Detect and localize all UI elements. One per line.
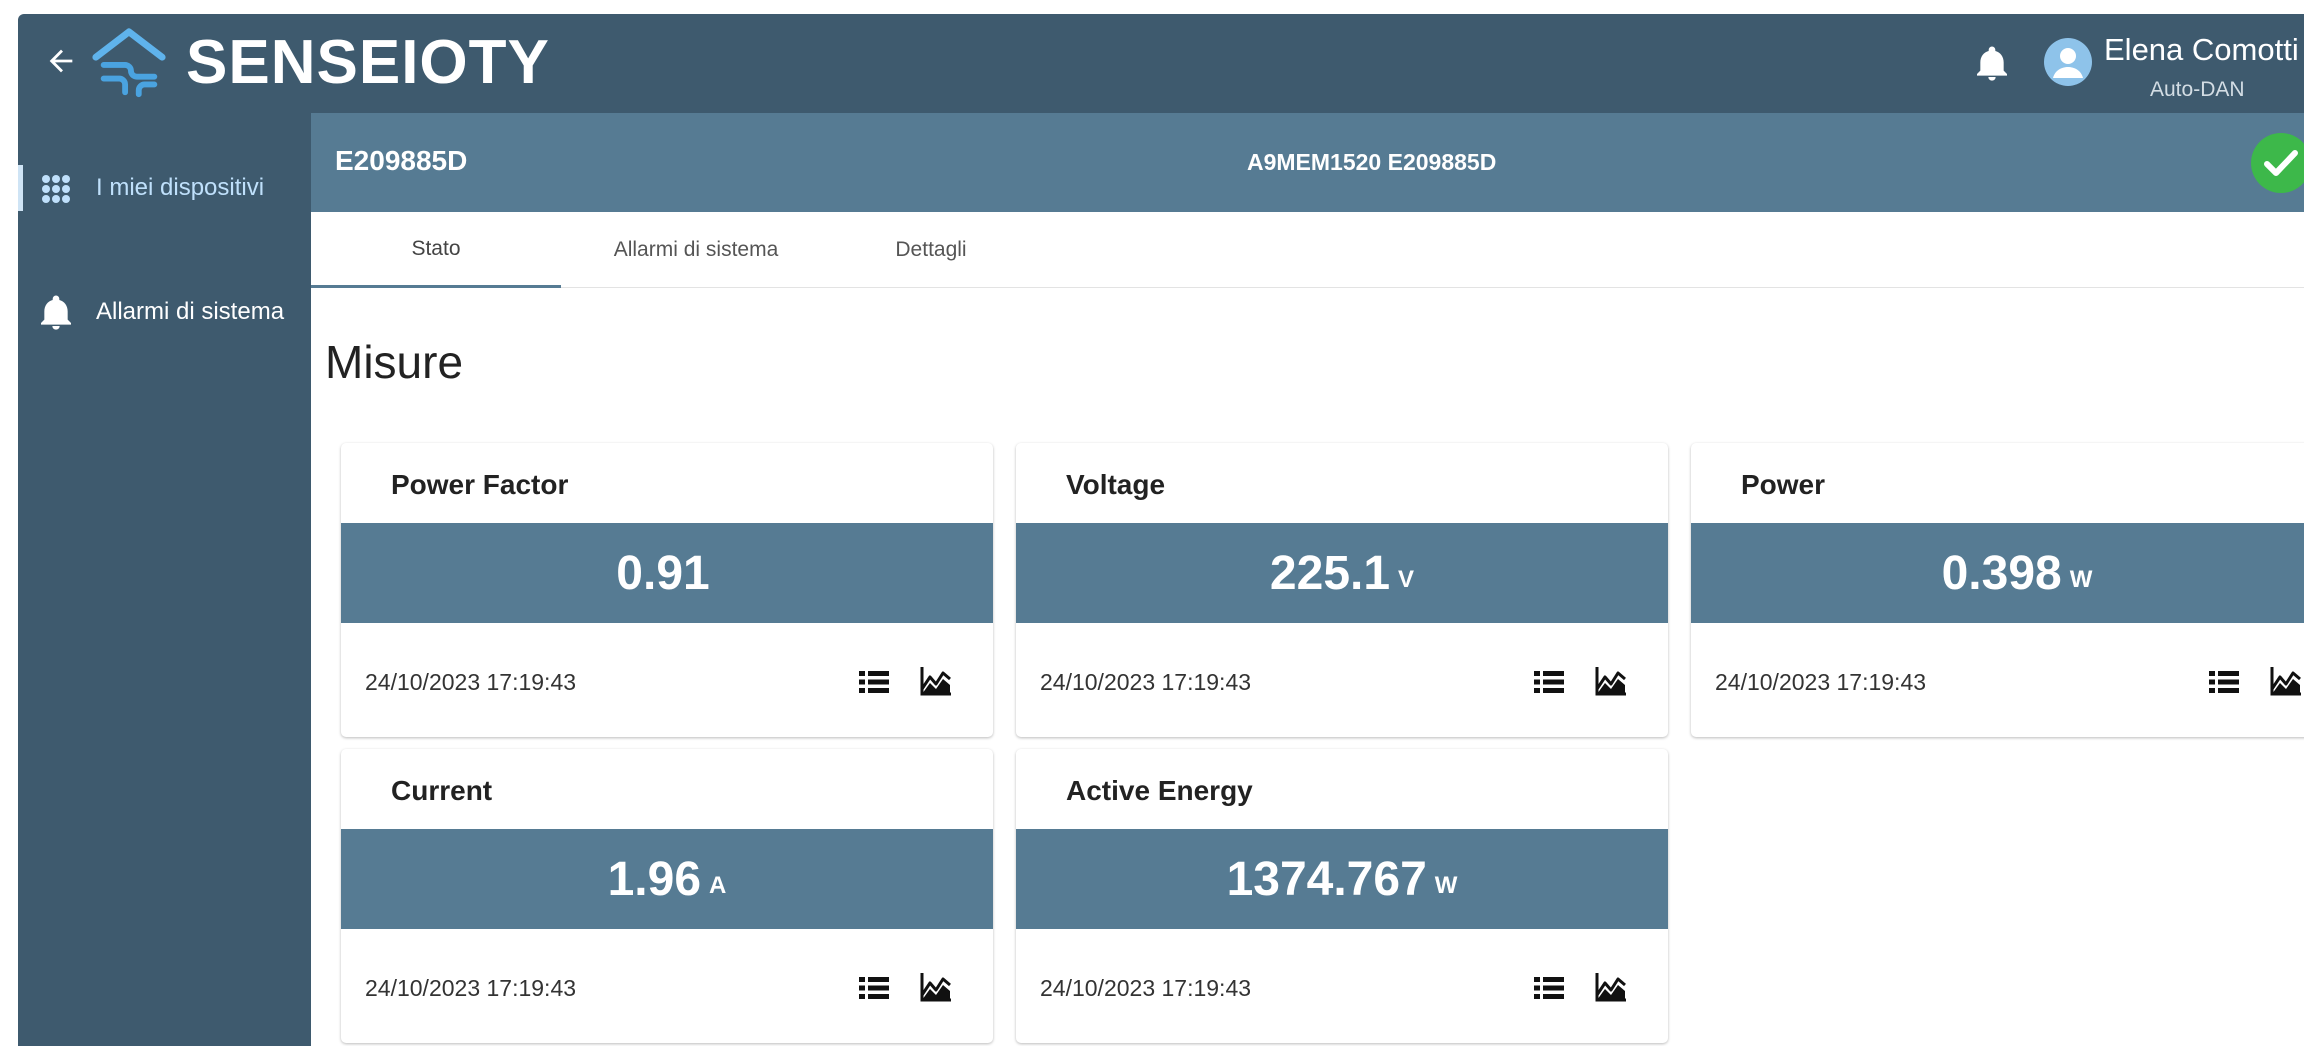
list-icon[interactable] [1534,669,1564,695]
section-title: Misure [325,336,464,388]
measure-value: 1.96 [607,852,702,906]
tab-bar: Stato Allarmi di sistema Dettagli [311,212,2304,288]
notifications-bell-icon[interactable] [1972,44,2012,84]
user-icon [2053,48,2083,78]
active-indicator [18,165,23,211]
chart-icon[interactable] [1594,971,1628,1003]
sidebar-item-label: I miei dispositivi [96,174,265,201]
sidebar-item-system-alarms[interactable]: Allarmi di sistema [18,279,311,345]
measure-timestamp: 24/10/2023 17:19:43 [1040,669,1252,695]
measure-title: Current [391,775,493,806]
measure-card-power: Power 0.398 W 24/10/2023 17:19:43 [1691,443,2304,737]
measure-timestamp: 24/10/2023 17:19:43 [365,975,577,1001]
measure-timestamp: 24/10/2023 17:19:43 [365,669,577,695]
measure-value: 225.1 [1269,546,1391,600]
measure-value: 0.398 [1941,546,2062,600]
device-header: E209885D A9MEM1520 E209885D [311,113,2304,212]
list-icon[interactable] [1534,975,1564,1001]
user-name[interactable]: Elena Comotti [2104,32,2299,68]
tab-stato[interactable]: Stato [311,212,561,288]
avatar[interactable] [2044,38,2092,86]
measure-value-band: 225.1 V [1016,523,1668,623]
sidebar-item-devices[interactable]: I miei dispositivi [18,155,311,221]
user-organization: Auto-DAN [2150,78,2245,101]
measure-unit: W [1434,872,1458,899]
top-bar: SENSEIOTY Elena Comotti Auto-DAN [18,14,2304,113]
chart-icon[interactable] [919,665,953,697]
measure-title: Active Energy [1066,775,1253,806]
measure-card-active-energy: Active Energy 1374.767 W 24/10/2023 17:1… [1016,749,1668,1043]
logo-icon [92,28,166,98]
measure-card-power-factor: Power Factor 0.91 24/10/2023 17:19:43 [341,443,993,737]
main-content: E209885D A9MEM1520 E209885D Stato Allarm… [311,113,2304,1046]
list-icon[interactable] [2209,669,2239,695]
chart-icon[interactable] [2269,665,2303,697]
measure-title: Power Factor [391,469,569,500]
measure-unit: A [709,872,727,899]
device-model: A9MEM1520 E209885D [1247,149,1497,175]
measure-title: Voltage [1066,469,1166,500]
measure-unit: W [2069,566,2093,593]
measure-value-band: 0.91 [341,523,993,623]
chart-icon[interactable] [1594,665,1628,697]
measure-card-voltage: Voltage 225.1 V 24/10/2023 17:19:43 [1016,443,1668,737]
sidebar-item-label: Allarmi di sistema [96,298,285,325]
measure-unit: V [1398,566,1415,593]
measure-value-band: 0.398 W [1691,523,2304,623]
measure-value-band: 1.96 A [341,829,993,929]
grid-icon [42,175,70,203]
sidebar: I miei dispositivi Allarmi di sistema [18,113,311,1046]
tab-system-alarms[interactable]: Allarmi di sistema [571,212,821,288]
measure-value: 1374.767 [1226,852,1427,906]
measure-value-band: 1374.767 W [1016,829,1668,929]
measure-timestamp: 24/10/2023 17:19:43 [1040,975,1252,1001]
list-icon[interactable] [859,669,889,695]
brand-name: SENSEIOTY [186,28,550,97]
list-icon[interactable] [859,975,889,1001]
back-arrow-icon[interactable] [44,44,78,78]
device-id: E209885D [335,145,468,176]
status-badge [2251,133,2304,193]
bell-icon [41,295,71,330]
tab-details[interactable]: Dettagli [831,212,1031,288]
measure-timestamp: 24/10/2023 17:19:43 [1715,669,1927,695]
measure-title: Power [1741,469,1826,500]
chart-icon[interactable] [919,971,953,1003]
app-window: SENSEIOTY Elena Comotti Auto-DAN I miei [18,14,2304,1046]
check-icon [2264,150,2298,176]
measure-card-current: Current 1.96 A 24/10/2023 17:19:43 [341,749,993,1043]
measure-value: 0.91 [616,546,710,600]
